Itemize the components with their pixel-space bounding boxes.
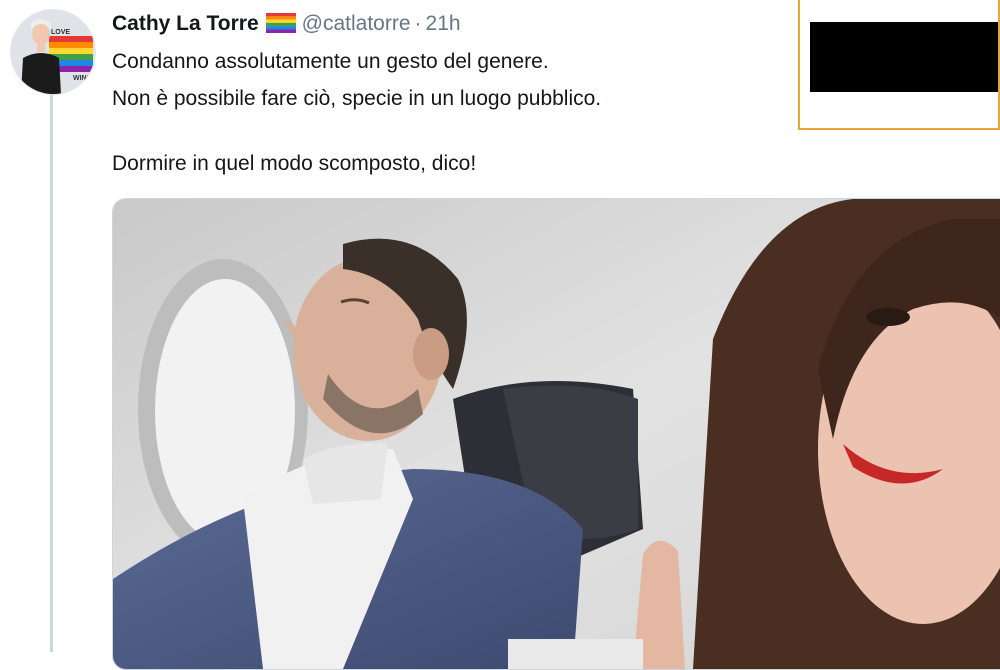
avatar[interactable]: LOVE WINS [10,9,96,95]
author-name[interactable]: Cathy La Torre [112,12,259,35]
tweet-text-line: Non è possibile fare ciò, specie in un l… [112,87,602,110]
thread-line [50,95,53,652]
tweet-text-line: Condanno assolutamente un gesto del gene… [112,50,549,73]
tweet-header: Cathy La Torre @catlatorre · 21h [112,10,461,41]
separator-dot: · [414,12,422,35]
avatar-image: LOVE WINS [11,10,95,94]
timestamp[interactable]: 21h [426,12,461,35]
avatar-text-love: LOVE [51,29,70,36]
tweet-photo[interactable] [112,198,1000,670]
photo-illustration [113,199,1000,669]
author-handle[interactable]: @catlatorre [302,12,411,35]
redaction-overlay [798,0,1000,130]
avatar-text-wins: WINS [73,75,92,82]
redaction-bar [810,22,998,92]
rainbow-flag-icon [265,13,296,41]
tweet-text-line: Dormire in quel modo scomposto, dico! [112,152,477,175]
